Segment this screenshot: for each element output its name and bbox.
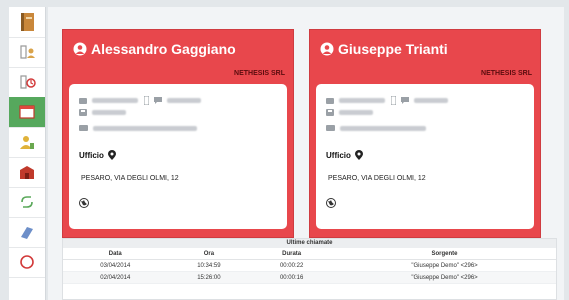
cell-time: 10:34:59 [167, 259, 251, 272]
calendar-icon [19, 105, 35, 119]
location-pin-icon [107, 150, 116, 160]
building-icon [20, 166, 34, 179]
phone-number-redacted [92, 98, 138, 103]
fax-number-redacted [339, 110, 373, 115]
cell-source: "Giuseppe Demo" <296> [333, 271, 556, 284]
fax-row [79, 109, 132, 116]
phone-icon [79, 97, 87, 104]
phone-row [326, 96, 454, 105]
user-status-icon [20, 136, 34, 149]
fax-row [326, 109, 379, 116]
sidebar-item-contact-card[interactable] [9, 37, 45, 68]
office-label: Ufficio [79, 150, 116, 160]
sidebar-item-help[interactable] [9, 247, 45, 278]
missed-call-icon [20, 75, 36, 89]
cell-date: 02/04/2014 [63, 271, 168, 284]
sidebar [9, 7, 46, 300]
cell-date: 03/04/2014 [63, 259, 168, 272]
phone-icon [326, 97, 334, 104]
email-row [79, 125, 203, 131]
company-name: NETHESIS SRL [481, 70, 532, 77]
website-globe-icon[interactable] [79, 198, 89, 208]
fax-number-redacted [92, 110, 126, 115]
contact-name-text: Alessandro Gaggiano [91, 41, 236, 57]
office-label: Ufficio [326, 150, 363, 160]
user-icon [320, 42, 334, 56]
sidebar-item-phonebook[interactable] [9, 7, 45, 38]
contact-details: Ufficio PESARO, VIA DEGLI OLMI, 12 [316, 84, 534, 229]
cell-time: 15:26:00 [167, 271, 251, 284]
contact-name: Alessandro Gaggiano [73, 41, 287, 57]
call-transfer-icon [21, 196, 33, 208]
help-icon [20, 255, 34, 269]
website-globe-icon[interactable] [326, 198, 336, 208]
column-header-time: Ora [167, 248, 251, 260]
column-header-source: Sorgente [333, 248, 556, 260]
email-row [326, 125, 432, 131]
cell-source: "Giuseppe Demo" <296> [333, 259, 556, 272]
user-icon [73, 42, 87, 56]
table-header-row: Data Ora Durata Sorgente [63, 248, 556, 260]
recent-calls-table: Data Ora Durata Sorgente 03/04/2014 10:3… [63, 248, 556, 284]
cell-duration: 00:00:16 [250, 271, 334, 284]
cell-duration: 00:00:22 [250, 259, 334, 272]
contact-name-text: Giuseppe Trianti [338, 41, 448, 57]
mobile-icon [391, 96, 396, 105]
chat-icon [401, 97, 409, 104]
mobile-number-redacted [167, 98, 201, 103]
recent-calls-title: Ultime chiamate [63, 239, 556, 248]
contact-card: Giuseppe Trianti NETHESIS SRL Ufficio PE… [309, 29, 541, 238]
recent-calls-panel: Ultime chiamate Data Ora Durata Sorgente… [62, 238, 557, 300]
email-icon [79, 125, 88, 131]
mobile-icon [144, 96, 149, 105]
fax-icon [326, 109, 334, 116]
email-redacted [93, 125, 197, 131]
contact-card-icon [20, 45, 35, 59]
phone-row [79, 96, 207, 105]
main-panel: Alessandro Gaggiano NETHESIS SRL Ufficio [48, 7, 564, 300]
mobile-number-redacted [414, 98, 448, 103]
contact-details: Ufficio PESARO, VIA DEGLI OLMI, 12 [69, 84, 287, 229]
table-row[interactable]: 03/04/2014 10:34:59 00:00:22 "Giuseppe D… [63, 259, 556, 272]
sidebar-item-company[interactable] [9, 157, 45, 188]
office-address: PESARO, VIA DEGLI OLMI, 12 [81, 175, 179, 182]
sidebar-item-calendar[interactable] [9, 97, 45, 128]
office-address: PESARO, VIA DEGLI OLMI, 12 [328, 175, 426, 182]
table-row[interactable]: 02/04/2014 15:26:00 00:00:16 "Giuseppe D… [63, 271, 556, 284]
fax-icon [79, 109, 87, 116]
email-icon [326, 125, 335, 131]
company-name: NETHESIS SRL [234, 70, 285, 77]
sidebar-item-user-status[interactable] [9, 127, 45, 158]
location-pin-icon [354, 150, 363, 160]
phone-number-redacted [339, 98, 385, 103]
chat-icon [154, 97, 162, 104]
email-redacted [340, 125, 426, 131]
sidebar-item-missed-calls[interactable] [9, 67, 45, 98]
contact-card: Alessandro Gaggiano NETHESIS SRL Ufficio [62, 29, 294, 238]
sidebar-item-transfer[interactable] [9, 187, 45, 218]
column-header-date: Data [63, 248, 168, 260]
contact-name: Giuseppe Trianti [320, 41, 534, 57]
phonebook-icon [21, 13, 34, 31]
column-header-duration: Durata [250, 248, 334, 260]
queue-icon [21, 227, 33, 239]
sidebar-item-queues[interactable] [9, 217, 45, 248]
